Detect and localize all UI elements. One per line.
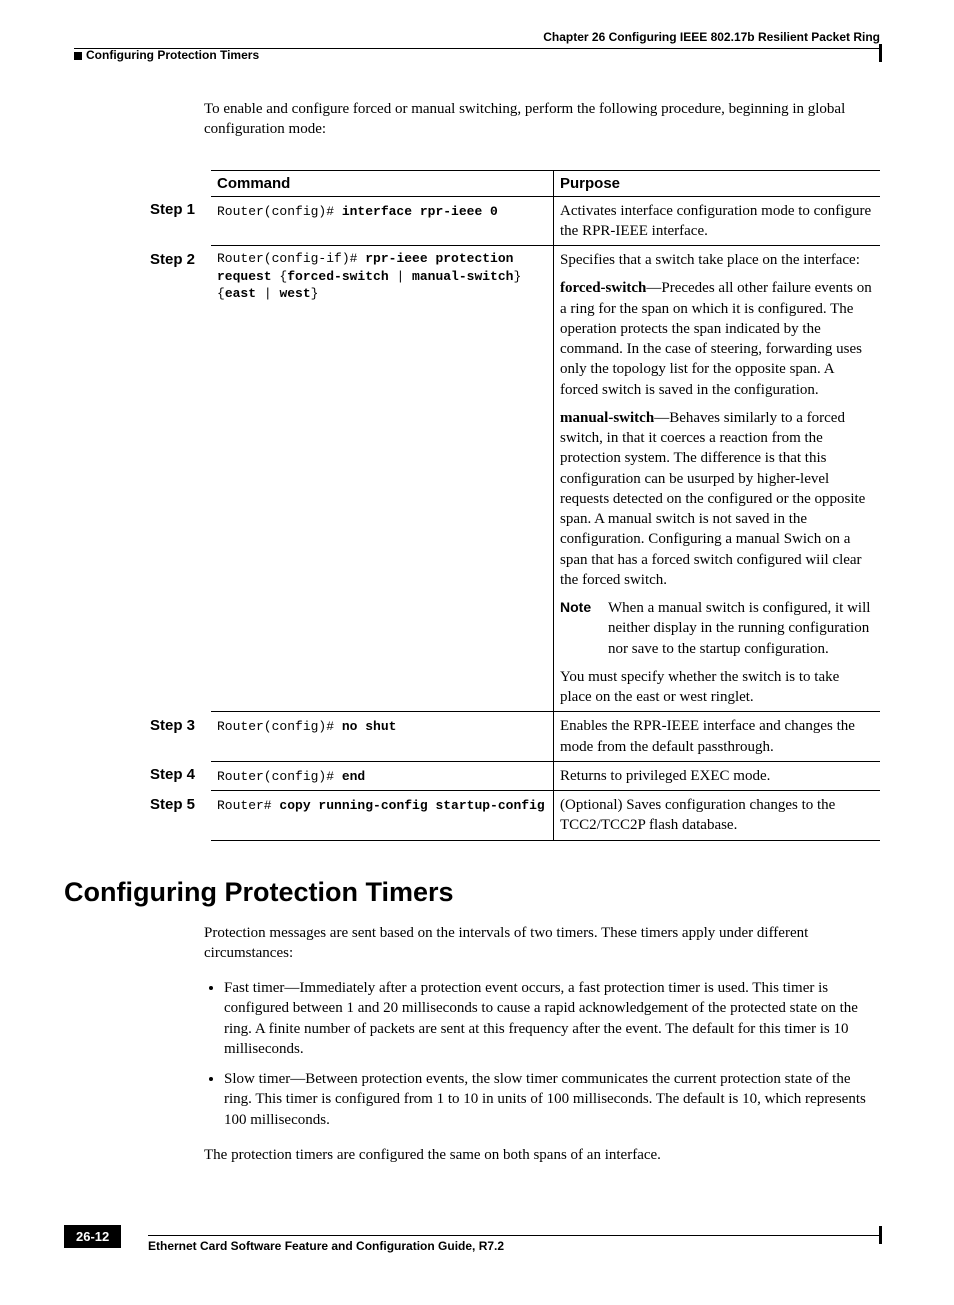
page-number: 26-12 <box>64 1225 121 1248</box>
list-item: Slow timer—Between protection events, th… <box>224 1069 880 1130</box>
command-text: Router(config-if)# rpr-ieee protection r… <box>217 250 547 303</box>
purpose-text: forced-switch—Precedes all other failure… <box>560 278 874 400</box>
command-text: Router(config)# interface rpr-ieee 0 <box>217 204 498 219</box>
step-label: Step 3 <box>144 712 211 762</box>
purpose-text: Enables the RPR-IEEE interface and chang… <box>560 716 874 757</box>
step-label: Step 2 <box>144 246 211 712</box>
command-text: Router# copy running-config startup-conf… <box>217 798 545 813</box>
step-label: Step 4 <box>144 761 211 790</box>
header-marker-icon <box>74 52 82 60</box>
purpose-text: Activates interface configuration mode t… <box>560 201 874 242</box>
note-text: When a manual switch is configured, it w… <box>608 598 874 659</box>
section-intro: Protection messages are sent based on th… <box>204 923 880 964</box>
col-header-command: Command <box>211 170 554 196</box>
section-outro: The protection timers are configured the… <box>204 1145 880 1165</box>
table-row: Step 1 Router(config)# interface rpr-iee… <box>144 196 880 246</box>
note-block: Note When a manual switch is configured,… <box>560 598 874 659</box>
footer-guide-title: Ethernet Card Software Feature and Confi… <box>148 1239 504 1253</box>
col-header-purpose: Purpose <box>554 170 881 196</box>
purpose-text: Specifies that a switch take place on th… <box>560 250 874 270</box>
purpose-text: You must specify whether the switch is t… <box>560 667 874 708</box>
purpose-text: (Optional) Saves configuration changes t… <box>560 795 874 836</box>
page-footer: 26-12 Ethernet Card Software Feature and… <box>64 1235 890 1275</box>
table-row: Step 3 Router(config)# no shut Enables t… <box>144 712 880 762</box>
table-row: Step 5 Router# copy running-config start… <box>144 791 880 841</box>
purpose-text: manual-switch—Behaves similarly to a for… <box>560 408 874 590</box>
procedure-table: Command Purpose Step 1 Router(config)# i… <box>144 170 880 841</box>
header-end-marker-icon <box>879 44 882 62</box>
bullet-list: Fast timer—Immediately after a protectio… <box>204 978 880 1130</box>
header-section-label: Configuring Protection Timers <box>86 48 259 62</box>
purpose-text: Returns to privileged EXEC mode. <box>560 766 874 786</box>
footer-rule <box>148 1235 880 1236</box>
intro-paragraph: To enable and configure forced or manual… <box>204 99 880 140</box>
list-item: Fast timer—Immediately after a protectio… <box>224 978 880 1059</box>
running-header: Configuring Protection Timers Chapter 26… <box>74 30 880 44</box>
step-label: Step 5 <box>144 791 211 841</box>
header-chapter-label: Chapter 26 Configuring IEEE 802.17b Resi… <box>543 30 880 44</box>
table-row: Step 4 Router(config)# end Returns to pr… <box>144 761 880 790</box>
table-row: Step 2 Router(config-if)# rpr-ieee prote… <box>144 246 880 712</box>
command-text: Router(config)# no shut <box>217 719 396 734</box>
command-text: Router(config)# end <box>217 769 365 784</box>
section-heading: Configuring Protection Timers <box>64 877 890 908</box>
note-label: Note <box>560 598 608 659</box>
footer-end-marker-icon <box>879 1226 882 1244</box>
step-label: Step 1 <box>144 196 211 246</box>
